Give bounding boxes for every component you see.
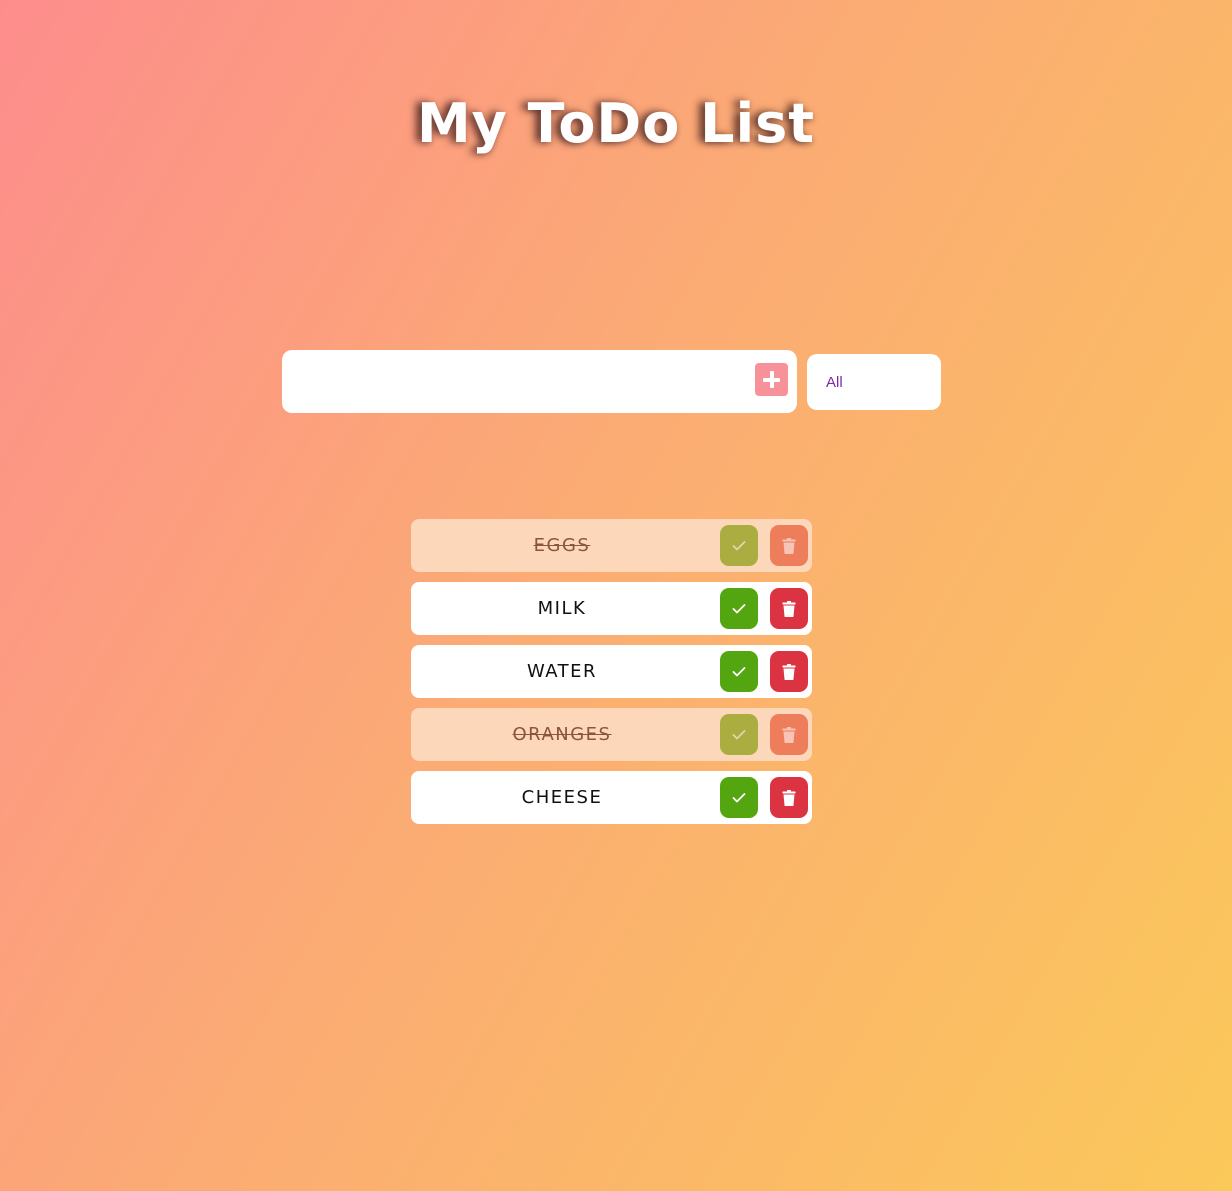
trash-icon — [782, 537, 796, 554]
check-icon — [732, 540, 746, 550]
todo-list: EGGS MILK WATER ORANGES CHEESE — [411, 519, 812, 834]
page-title: My ToDo List — [416, 92, 816, 155]
trash-icon — [782, 789, 796, 806]
check-icon — [732, 729, 746, 739]
delete-button[interactable] — [770, 525, 808, 566]
filter-selected-value: All — [826, 373, 843, 391]
trash-icon — [782, 726, 796, 743]
complete-button[interactable] — [720, 714, 758, 755]
todo-item: ORANGES — [411, 708, 812, 761]
delete-button[interactable] — [770, 777, 808, 818]
todo-text: CHEESE — [521, 787, 603, 808]
add-todo-button[interactable] — [755, 363, 788, 396]
complete-button[interactable] — [720, 588, 758, 629]
todo-input[interactable] — [294, 360, 748, 405]
check-icon — [732, 603, 746, 613]
todo-text: WATER — [526, 661, 598, 682]
delete-button[interactable] — [770, 651, 808, 692]
todo-item: MILK — [411, 582, 812, 635]
check-icon — [732, 792, 746, 802]
delete-button[interactable] — [770, 714, 808, 755]
todo-text: ORANGES — [512, 724, 612, 745]
todo-item: EGGS — [411, 519, 812, 572]
delete-button[interactable] — [770, 588, 808, 629]
check-icon — [732, 666, 746, 676]
trash-icon — [782, 600, 796, 617]
filter-select[interactable]: All — [807, 354, 941, 410]
complete-button[interactable] — [720, 777, 758, 818]
todo-item: WATER — [411, 645, 812, 698]
todo-item: CHEESE — [411, 771, 812, 824]
trash-icon — [782, 663, 796, 680]
complete-button[interactable] — [720, 525, 758, 566]
todo-input-box — [282, 350, 797, 413]
complete-button[interactable] — [720, 651, 758, 692]
todo-text: MILK — [537, 598, 587, 619]
todo-text: EGGS — [533, 535, 591, 556]
